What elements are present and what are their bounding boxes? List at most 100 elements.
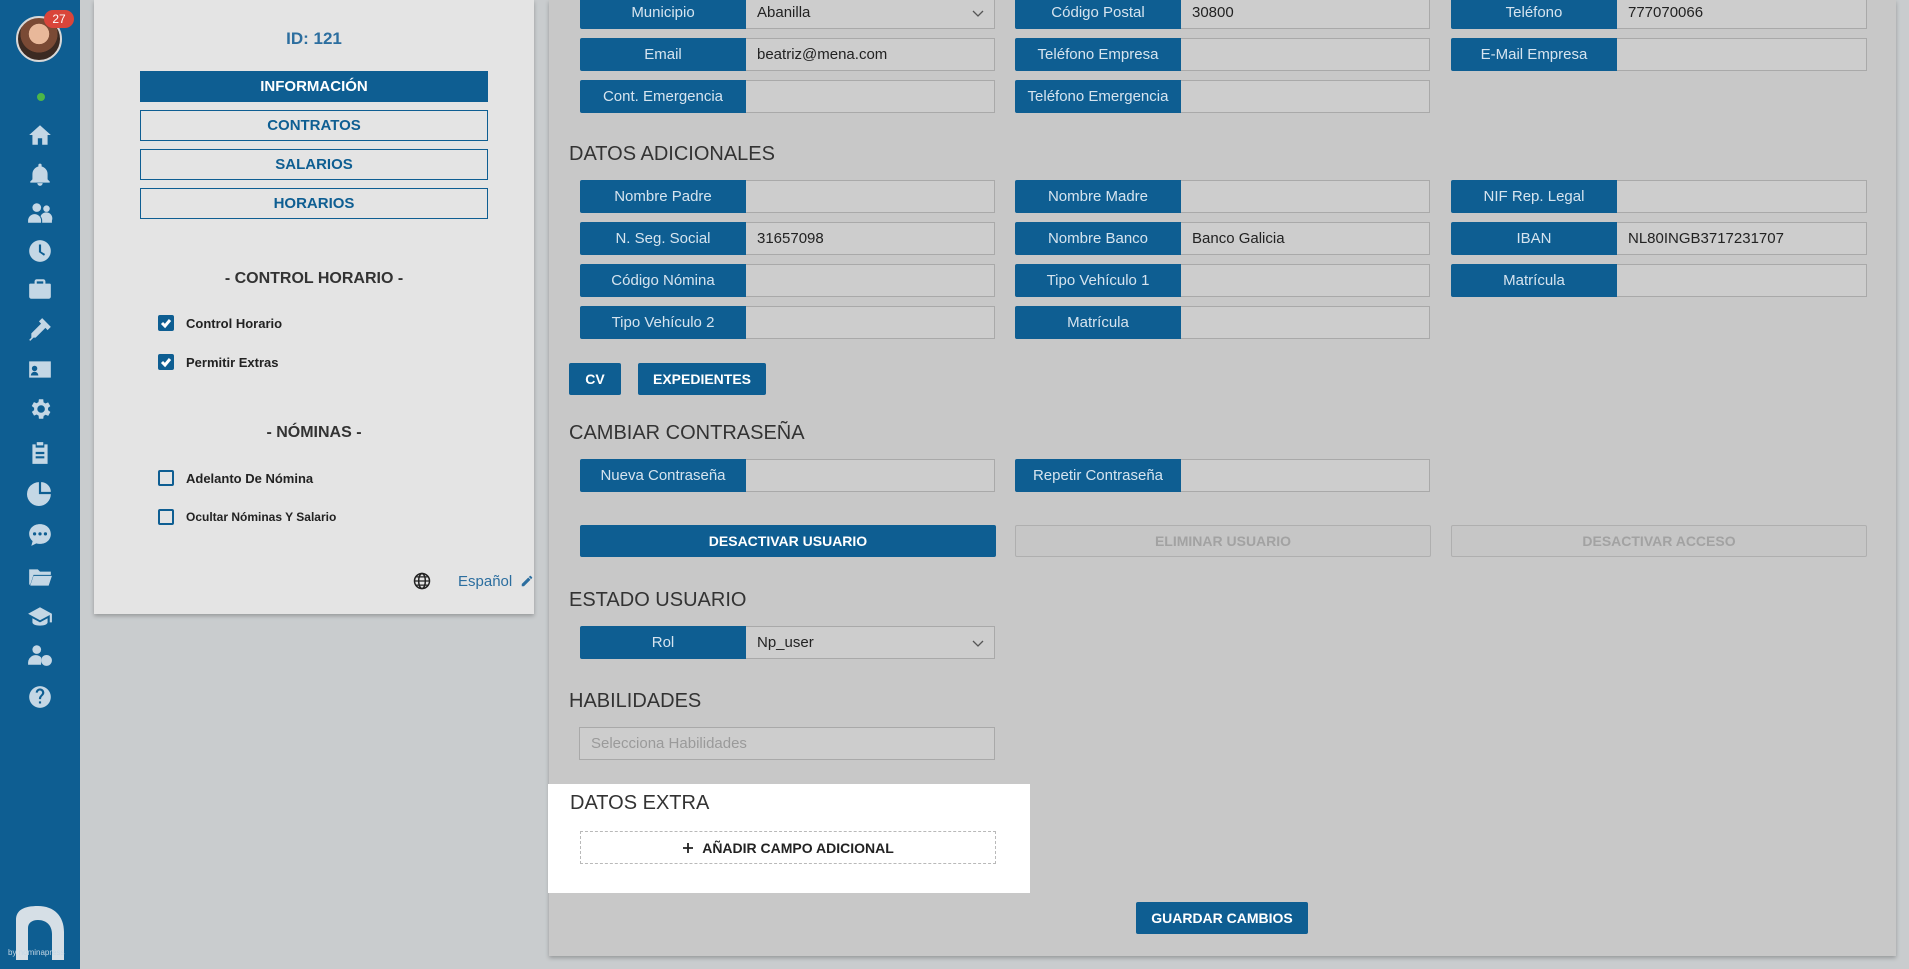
email-input[interactable]: beatriz@mena.com	[746, 38, 995, 71]
expedientes-button[interactable]: EXPEDIENTES	[638, 363, 766, 395]
pie-chart-icon[interactable]	[25, 478, 55, 508]
gear-icon[interactable]	[25, 394, 55, 424]
folder-icon[interactable]	[25, 562, 55, 592]
chevron-down-icon	[972, 640, 984, 647]
nombre-banco-input[interactable]: Banco Galicia	[1181, 222, 1430, 255]
control-horario-option[interactable]: Control Horario	[158, 315, 282, 331]
eliminar-usuario-button[interactable]: ELIMINAR USUARIO	[1015, 525, 1431, 557]
add-extra-field-button[interactable]: AÑADIR CAMPO ADICIONAL	[580, 831, 996, 864]
clipboard-icon[interactable]	[25, 438, 55, 468]
nueva-contrasena-input[interactable]	[746, 459, 995, 492]
matricula-2-field[interactable]: Matrícula	[1015, 306, 1430, 339]
field-label: Tipo Vehículo 1	[1015, 264, 1181, 297]
cv-button[interactable]: CV	[569, 363, 621, 395]
desactivar-usuario-button[interactable]: DESACTIVAR USUARIO	[580, 525, 996, 557]
email-empresa-input[interactable]	[1617, 38, 1867, 71]
help-icon[interactable]	[25, 682, 55, 712]
user-money-icon[interactable]	[25, 640, 55, 670]
pencil-icon[interactable]	[520, 574, 534, 588]
field-label: Teléfono Empresa	[1015, 38, 1181, 71]
checkbox-label: Adelanto De Nómina	[186, 470, 314, 486]
tipo-vehiculo-2-field[interactable]: Tipo Vehículo 2	[580, 306, 995, 339]
telefono-empresa-input[interactable]	[1181, 38, 1430, 71]
nif-rep-legal-input[interactable]	[1617, 180, 1867, 213]
tab-salarios[interactable]: SALARIOS	[140, 149, 488, 180]
desactivar-acceso-button[interactable]: DESACTIVAR ACCESO	[1451, 525, 1867, 557]
email-empresa-field[interactable]: E-Mail Empresa	[1451, 38, 1867, 71]
field-label: Código Postal	[1015, 0, 1181, 29]
tipo-vehiculo-2-input[interactable]	[746, 306, 995, 339]
language-label: Español	[458, 572, 513, 590]
codigo-nomina-field[interactable]: Código Nómina	[580, 264, 995, 297]
field-label: N. Seg. Social	[580, 222, 746, 255]
codigo-postal-input[interactable]: 30800	[1181, 0, 1430, 29]
matricula-1-input[interactable]	[1617, 264, 1867, 297]
id-card-icon[interactable]	[25, 354, 55, 384]
checkbox-checked-icon[interactable]	[158, 315, 174, 331]
ocultar-nominas-option[interactable]: Ocultar Nóminas Y Salario	[158, 509, 336, 525]
municipio-select[interactable]: Abanilla	[746, 0, 995, 29]
codigo-nomina-input[interactable]	[746, 264, 995, 297]
logo-by-text: by nominapress	[8, 948, 65, 957]
cont-emergencia-field[interactable]: Cont. Emergencia	[580, 80, 995, 113]
clock-icon[interactable]	[25, 236, 55, 266]
chevron-down-icon	[972, 10, 984, 17]
graduation-cap-icon[interactable]	[25, 602, 55, 632]
field-label: Rol	[580, 626, 746, 659]
repetir-contrasena-field[interactable]: Repetir Contraseña	[1015, 459, 1430, 492]
telefono-emergencia-input[interactable]	[1181, 80, 1430, 113]
habilidades-heading: HABILIDADES	[569, 690, 702, 712]
telefono-emergencia-field[interactable]: Teléfono Emergencia	[1015, 80, 1430, 113]
chat-icon[interactable]	[25, 520, 55, 550]
telefono-field[interactable]: Teléfono 777070066	[1451, 0, 1867, 29]
field-label: Municipio	[580, 0, 746, 29]
adelanto-nomina-option[interactable]: Adelanto De Nómina	[158, 470, 313, 486]
nueva-contrasena-field[interactable]: Nueva Contraseña	[580, 459, 995, 492]
home-icon[interactable]	[25, 120, 55, 150]
checkbox-unchecked-icon[interactable]	[158, 470, 174, 486]
tools-icon[interactable]	[25, 314, 55, 344]
tab-horarios[interactable]: HORARIOS	[140, 188, 488, 219]
email-field[interactable]: Email beatriz@mena.com	[580, 38, 995, 71]
globe-icon	[413, 572, 431, 590]
bell-icon[interactable]	[25, 160, 55, 190]
users-icon[interactable]	[25, 198, 55, 228]
datos-adicionales-heading: DATOS ADICIONALES	[569, 143, 775, 165]
field-label: Matrícula	[1451, 264, 1617, 297]
online-status-dot	[35, 91, 47, 103]
nombre-padre-input[interactable]	[746, 180, 995, 213]
nif-rep-legal-field[interactable]: NIF Rep. Legal	[1451, 180, 1867, 213]
tipo-vehiculo-1-input[interactable]	[1181, 264, 1430, 297]
employee-id: ID: 121	[286, 29, 342, 48]
permitir-extras-option[interactable]: Permitir Extras	[158, 354, 279, 370]
municipio-field[interactable]: Municipio Abanilla	[580, 0, 995, 29]
iban-input[interactable]: NL80INGB3717231707	[1617, 222, 1867, 255]
codigo-postal-field[interactable]: Código Postal 30800	[1015, 0, 1430, 29]
rol-field[interactable]: Rol Np_user	[580, 626, 995, 659]
checkbox-checked-icon[interactable]	[158, 354, 174, 370]
n-seg-social-input[interactable]: 31657098	[746, 222, 995, 255]
checkbox-unchecked-icon[interactable]	[158, 509, 174, 525]
telefono-empresa-field[interactable]: Teléfono Empresa	[1015, 38, 1430, 71]
matricula-2-input[interactable]	[1181, 306, 1430, 339]
nombre-padre-field[interactable]: Nombre Padre	[580, 180, 995, 213]
briefcase-icon[interactable]	[25, 274, 55, 304]
field-label: Matrícula	[1015, 306, 1181, 339]
save-changes-button[interactable]: GUARDAR CAMBIOS	[1136, 902, 1308, 934]
telefono-input[interactable]: 777070066	[1617, 0, 1867, 29]
rol-select[interactable]: Np_user	[746, 626, 995, 659]
n-seg-social-field[interactable]: N. Seg. Social 31657098	[580, 222, 995, 255]
cont-emergencia-input[interactable]	[746, 80, 995, 113]
nombre-madre-input[interactable]	[1181, 180, 1430, 213]
tipo-vehiculo-1-field[interactable]: Tipo Vehículo 1	[1015, 264, 1430, 297]
matricula-1-field[interactable]: Matrícula	[1451, 264, 1867, 297]
language-selector[interactable]: Español	[412, 571, 534, 591]
tab-informacion[interactable]: INFORMACIÓN	[140, 71, 488, 102]
tab-contratos[interactable]: CONTRATOS	[140, 110, 488, 141]
habilidades-select[interactable]: Selecciona Habilidades	[579, 727, 995, 760]
iban-field[interactable]: IBAN NL80INGB3717231707	[1451, 222, 1867, 255]
field-label: Nombre Banco	[1015, 222, 1181, 255]
nombre-madre-field[interactable]: Nombre Madre	[1015, 180, 1430, 213]
repetir-contrasena-input[interactable]	[1181, 459, 1430, 492]
nombre-banco-field[interactable]: Nombre Banco Banco Galicia	[1015, 222, 1430, 255]
